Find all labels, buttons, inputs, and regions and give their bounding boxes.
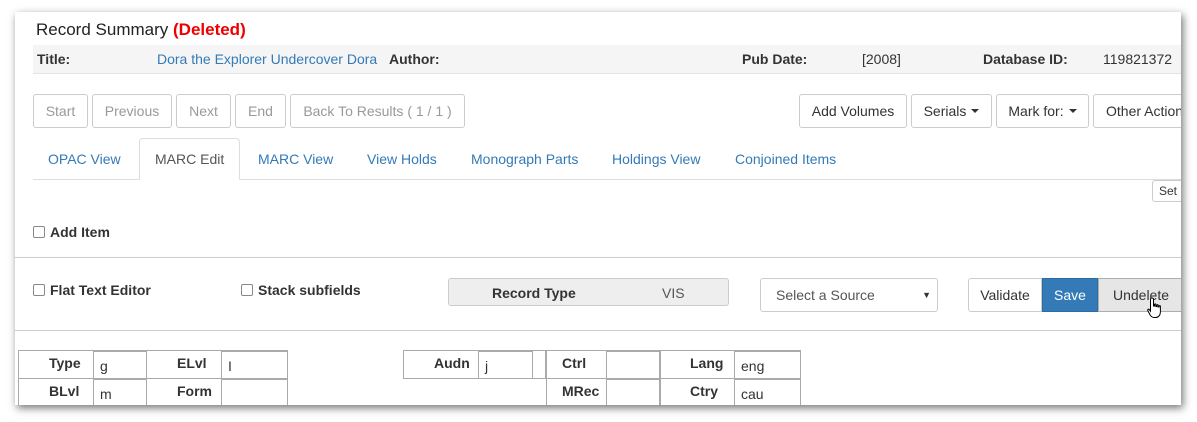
author-label: Author: <box>389 51 440 67</box>
add-item-label: Add Item <box>50 224 110 240</box>
title-link[interactable]: Dora the Explorer Undercover Dora <box>157 51 377 67</box>
audn-label: Audn <box>434 355 470 371</box>
other-actions-dropdown[interactable]: Other Actions <box>1093 94 1181 128</box>
set-button[interactable]: Set <box>1152 180 1181 202</box>
title-label: Title: <box>37 51 71 67</box>
stack-subfields-label: Stack subfields <box>258 282 361 298</box>
flat-text-editor-label: Flat Text Editor <box>50 282 151 298</box>
ctrl-input[interactable] <box>606 351 660 379</box>
tab-opac-view[interactable]: OPAC View <box>33 138 136 180</box>
form-input[interactable] <box>221 379 288 405</box>
record-summary-bar: Title: Dora the Explorer Undercover Dora… <box>33 45 1181 74</box>
tab-holdings-view[interactable]: Holdings View <box>597 138 715 180</box>
validate-button[interactable]: Validate <box>968 278 1042 312</box>
add-item-checkbox[interactable] <box>33 226 45 238</box>
elvl-label: ELvl <box>177 355 207 371</box>
blvl-value: m <box>100 386 112 402</box>
ctrl-label: Ctrl <box>562 355 587 371</box>
divider <box>15 330 1181 331</box>
tab-view-holds[interactable]: View Holds <box>352 138 452 180</box>
tab-monograph-parts[interactable]: Monograph Parts <box>456 138 593 180</box>
ctry-value: cau <box>741 386 764 402</box>
source-select-value: Select a Source <box>776 287 875 303</box>
mark-for-label: Mark for: <box>1008 103 1064 119</box>
tab-marc-edit[interactable]: MARC Edit <box>139 138 241 180</box>
start-button[interactable]: Start <box>33 94 88 128</box>
pubdate-label: Pub Date: <box>742 51 808 67</box>
deleted-status: (Deleted) <box>173 20 246 39</box>
mrec-label: MRec <box>562 383 600 399</box>
mark-for-dropdown[interactable]: Mark for: <box>996 94 1089 128</box>
add-item-checkbox-row[interactable]: Add Item <box>33 224 110 240</box>
divider <box>15 257 1181 258</box>
record-type-label: Record Type <box>492 285 576 301</box>
form-label: Form <box>177 383 212 399</box>
next-button[interactable]: Next <box>176 94 231 128</box>
tab-conjoined-items[interactable]: Conjoined Items <box>720 138 851 180</box>
tab-marc-view[interactable]: MARC View <box>243 138 348 180</box>
ctry-label: Ctry <box>690 383 719 399</box>
hand-cursor-icon <box>1147 297 1161 318</box>
flat-text-editor-row[interactable]: Flat Text Editor <box>33 282 151 298</box>
serials-label: Serials <box>923 103 967 119</box>
record-summary-heading: Record Summary (Deleted) <box>36 20 246 40</box>
blvl-label: BLvl <box>49 383 80 399</box>
serials-dropdown[interactable]: Serials <box>911 94 992 128</box>
record-summary-title: Record Summary <box>36 20 169 39</box>
lang-value: eng <box>741 358 765 374</box>
database-id-value: 119821372 <box>1103 51 1173 67</box>
record-type-display: Record Type VIS <box>448 278 729 306</box>
lang-label: Lang <box>690 355 724 371</box>
type-label: Type <box>49 355 81 371</box>
add-volumes-button[interactable]: Add Volumes <box>799 94 907 128</box>
record-editor-panel: Record Summary (Deleted) Title: Dora the… <box>15 12 1181 405</box>
source-select[interactable]: Select a Source ▼ <box>760 278 938 312</box>
end-button[interactable]: End <box>235 94 286 128</box>
database-id-label: Database ID: <box>983 51 1068 67</box>
stack-subfields-checkbox[interactable] <box>241 284 253 296</box>
record-type-value: VIS <box>662 285 685 301</box>
back-to-results-button[interactable]: Back To Results ( 1 / 1 ) <box>290 94 465 128</box>
stack-subfields-row[interactable]: Stack subfields <box>241 282 361 298</box>
previous-button[interactable]: Previous <box>92 94 172 128</box>
select-arrow-icon: ▼ <box>922 290 931 300</box>
audn-value: j <box>485 358 489 374</box>
chevron-down-icon <box>971 109 980 113</box>
type-value: g <box>100 358 108 374</box>
chevron-down-icon <box>1068 109 1077 113</box>
undelete-button[interactable]: Undelete <box>1098 278 1181 312</box>
mrec-input[interactable] <box>606 379 660 405</box>
save-button[interactable]: Save <box>1042 278 1098 312</box>
elvl-value: I <box>228 358 232 374</box>
pubdate-value: [2008] <box>862 51 901 67</box>
flat-text-editor-checkbox[interactable] <box>33 284 45 296</box>
